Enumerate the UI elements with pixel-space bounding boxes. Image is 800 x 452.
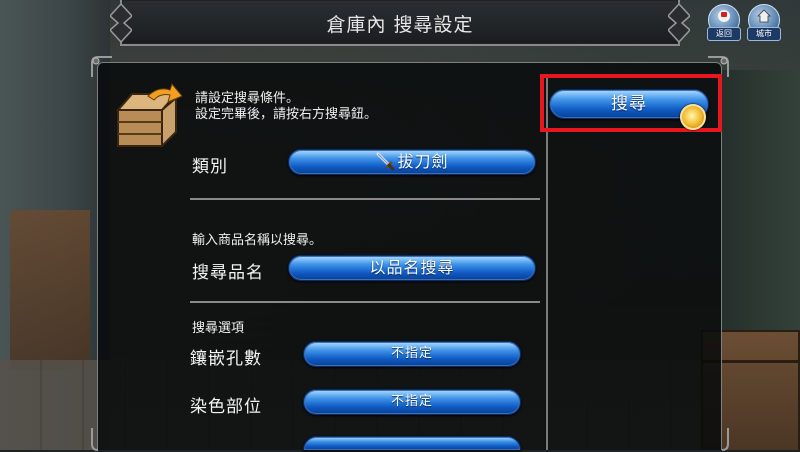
back-icon <box>718 10 730 22</box>
socket-count-select-button[interactable]: 不指定 <box>303 341 521 367</box>
section-divider <box>190 198 540 200</box>
dye-part-value: 不指定 <box>390 394 433 409</box>
treasure-chest-icon <box>115 82 183 147</box>
category-label: 類別 <box>192 157 228 177</box>
socket-count-label: 鑲嵌孔數 <box>190 349 262 369</box>
back-button[interactable]: 返回 <box>707 4 741 41</box>
dye-part-label: 染色部位 <box>190 397 262 417</box>
dye-part-select-button[interactable]: 不指定 <box>303 389 521 415</box>
section-divider <box>190 301 540 303</box>
title-ornament-right-icon <box>668 4 690 42</box>
category-select-button[interactable]: 拔刀劍 <box>288 149 536 175</box>
shadowed-doorway <box>720 70 800 330</box>
page-title: 倉庫內 搜尋設定 <box>326 14 474 36</box>
title-bar: 倉庫內 搜尋設定 <box>110 0 690 46</box>
next-option-button-partial[interactable] <box>303 436 521 450</box>
socket-count-value: 不指定 <box>390 346 433 361</box>
sword-icon <box>376 152 395 171</box>
instruction-line-2: 設定完畢後，請按右方搜尋鈕。 <box>195 107 378 122</box>
corner-ornament-icon <box>91 56 112 77</box>
instruction-line-1: 請設定搜尋條件。 <box>195 91 300 106</box>
corner-ornament-icon <box>91 428 99 451</box>
search-by-name-button-label: 以品名搜尋 <box>369 258 455 277</box>
name-search-label: 搜尋品名 <box>192 263 264 283</box>
search-button-label: 搜尋 <box>611 94 647 114</box>
category-value: 拔刀劍 <box>397 152 449 171</box>
house-icon <box>757 9 771 23</box>
search-options-heading: 搜尋選項 <box>192 321 245 336</box>
coin-cursor-icon <box>680 104 706 130</box>
search-by-name-button[interactable]: 以品名搜尋 <box>288 255 536 281</box>
back-button-label: 返回 <box>707 27 741 41</box>
home-button-label: 城市 <box>747 27 781 41</box>
corner-ornament-icon <box>721 428 729 451</box>
name-search-hint: 輸入商品名稱以搜尋。 <box>192 233 323 248</box>
home-button[interactable]: 城市 <box>747 4 781 41</box>
